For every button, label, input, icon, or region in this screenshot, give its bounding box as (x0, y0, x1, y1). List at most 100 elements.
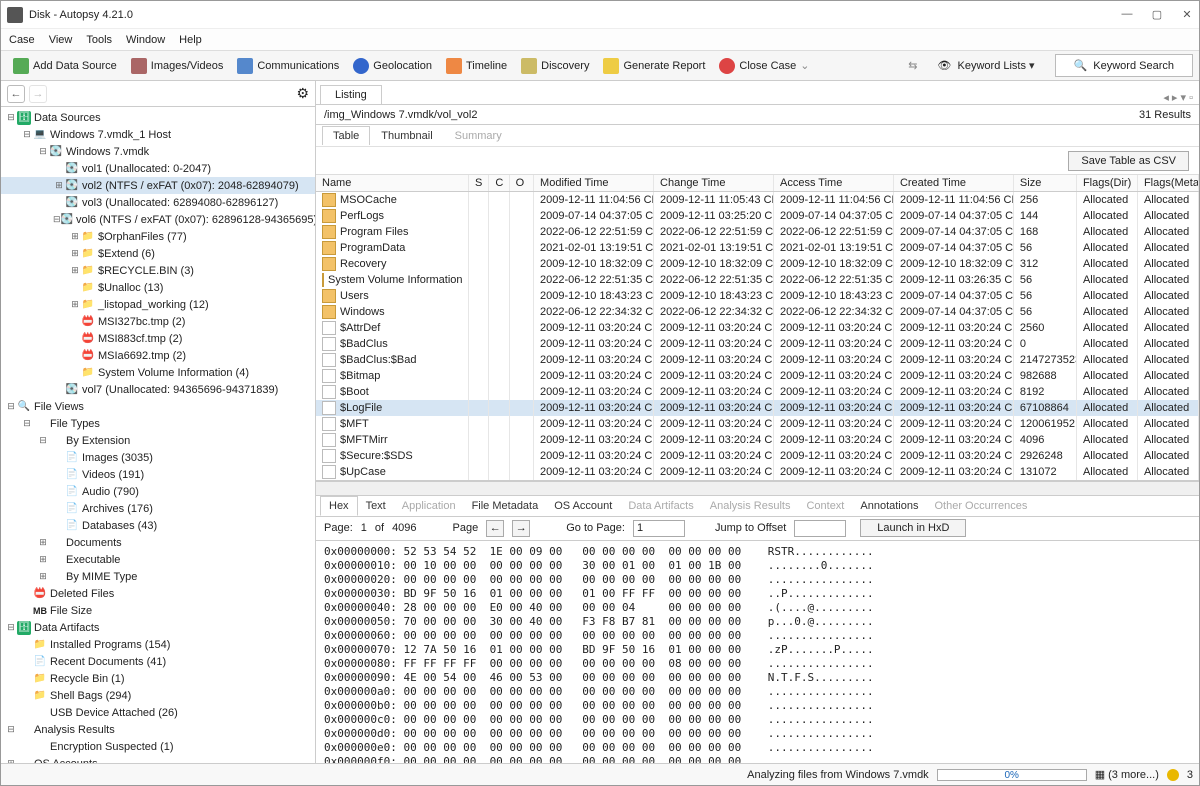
tree-node[interactable]: 📛MSI883cf.tmp (2) (1, 330, 315, 347)
save-csv-button[interactable]: Save Table as CSV (1068, 151, 1189, 171)
timeline-button[interactable]: Timeline (440, 56, 513, 76)
column-header[interactable]: Flags(Meta) (1137, 175, 1198, 191)
tree-node[interactable]: Encryption Suspected (1) (1, 738, 315, 755)
discovery-button[interactable]: Discovery (515, 56, 595, 76)
listing-tab[interactable]: Listing (320, 85, 382, 104)
tree-node[interactable]: ⊟💻Windows 7.vmdk_1 Host (1, 126, 315, 143)
communications-button[interactable]: Communications (231, 56, 345, 76)
table-row[interactable]: $Bitmap2009-12-11 03:20:24 CET2009-12-11… (316, 368, 1199, 384)
table-row[interactable]: Users2009-12-10 18:43:23 CET2009-12-10 1… (316, 288, 1199, 304)
menu-case[interactable]: Case (9, 34, 35, 46)
tree-node[interactable]: ⊟File Types (1, 415, 315, 432)
detail-tab-text[interactable]: Text (358, 497, 394, 515)
table-row[interactable]: $MFTMirr2009-12-11 03:20:24 CET2009-12-1… (316, 432, 1199, 448)
menu-help[interactable]: Help (179, 34, 202, 46)
table-row[interactable]: Program Files2022-06-12 22:51:59 CEST202… (316, 224, 1199, 240)
column-header[interactable]: Access Time (773, 175, 893, 191)
column-header[interactable]: O (509, 175, 533, 191)
maximize-button[interactable]: ▢ (1151, 8, 1163, 21)
nav-back-button[interactable]: ← (7, 85, 25, 103)
tree-node[interactable]: 📁Installed Programs (154) (1, 636, 315, 653)
tree-node[interactable]: 📛MSI327bc.tmp (2) (1, 313, 315, 330)
tree-node[interactable]: ⊞📁$Extend (6) (1, 245, 315, 262)
close-case-button[interactable]: Close Case ⌄ (713, 56, 815, 76)
tree-node[interactable]: ⊞Executable (1, 551, 315, 568)
column-header[interactable]: Size (1013, 175, 1076, 191)
hex-view[interactable]: 0x00000000: 52 53 54 52 1E 00 09 00 00 0… (316, 541, 1199, 764)
menu-view[interactable]: View (49, 34, 73, 46)
tree-node[interactable]: 📄Archives (176) (1, 500, 315, 517)
page-next-button[interactable]: → (512, 520, 530, 537)
keyword-search-button[interactable]: 🔍Keyword Search (1055, 54, 1193, 77)
table-tab[interactable]: Table (322, 126, 370, 145)
table-row[interactable]: $BadClus2009-12-11 03:20:24 CET2009-12-1… (316, 336, 1199, 352)
tree-node[interactable]: 📄Recent Documents (41) (1, 653, 315, 670)
tree-node[interactable]: 📁Recycle Bin (1) (1, 670, 315, 687)
menu-window[interactable]: Window (126, 34, 165, 46)
tree-node[interactable]: ⊞Documents (1, 534, 315, 551)
tree-node[interactable]: ⊟Analysis Results (1, 721, 315, 738)
tree-node[interactable]: ⊞By MIME Type (1, 568, 315, 585)
tree-node[interactable]: 📛Deleted Files (1, 585, 315, 602)
detail-tab-hex[interactable]: Hex (320, 496, 358, 516)
tree-node[interactable]: 📄Databases (43) (1, 517, 315, 534)
table-row[interactable]: MSOCache2009-12-11 11:04:56 CET2009-12-1… (316, 191, 1199, 208)
tree-node[interactable]: ⊟💽Windows 7.vmdk (1, 143, 315, 160)
tree-node[interactable]: 📁System Volume Information (4) (1, 364, 315, 381)
tree[interactable]: ⊟🗄Data Sources⊟💻Windows 7.vmdk_1 Host⊟💽W… (1, 107, 315, 763)
tree-node[interactable]: ⊟🔍File Views (1, 398, 315, 415)
generate-report-button[interactable]: Generate Report (597, 56, 711, 76)
column-header[interactable]: S (469, 175, 489, 191)
tree-node[interactable]: 📄Videos (191) (1, 466, 315, 483)
close-button[interactable]: ✕ (1181, 8, 1193, 21)
tab-controls[interactable]: ◂ ▸ ▾ ▫ (1163, 91, 1199, 104)
tree-node[interactable]: MBFile Size (1, 602, 315, 619)
column-header[interactable]: C (489, 175, 509, 191)
table-row[interactable]: PerfLogs2009-07-14 04:37:05 CEST2009-12-… (316, 208, 1199, 224)
table-row[interactable]: $AttrDef2009-12-11 03:20:24 CET2009-12-1… (316, 320, 1199, 336)
column-header[interactable]: Created Time (893, 175, 1013, 191)
minimize-button[interactable]: — (1121, 8, 1133, 21)
tree-node[interactable]: 📄Images (3035) (1, 449, 315, 466)
table-row[interactable]: $Boot2009-12-11 03:20:24 CET2009-12-11 0… (316, 384, 1199, 400)
column-header[interactable]: Modified Time (534, 175, 654, 191)
column-header[interactable]: Name (316, 175, 469, 191)
page-prev-button[interactable]: ← (486, 520, 504, 537)
tree-node[interactable]: ⊟🗄Data Artifacts (1, 619, 315, 636)
tree-node[interactable]: 📄Audio (790) (1, 483, 315, 500)
tree-node[interactable]: ⊞📁$OrphanFiles (77) (1, 228, 315, 245)
column-header[interactable]: Flags(Dir) (1076, 175, 1137, 191)
detail-tab-os-account[interactable]: OS Account (546, 497, 620, 515)
table-row[interactable]: Recovery2009-12-10 18:32:09 CET2009-12-1… (316, 256, 1199, 272)
menu-tools[interactable]: Tools (86, 34, 112, 46)
tree-node[interactable]: 📁Shell Bags (294) (1, 687, 315, 704)
tree-node[interactable]: ⊞💽vol2 (NTFS / exFAT (0x07): 2048-628940… (1, 177, 315, 194)
table-row[interactable]: Windows2022-06-12 22:34:32 CEST2022-06-1… (316, 304, 1199, 320)
table-row[interactable]: $UpCase2009-12-11 03:20:24 CET2009-12-11… (316, 464, 1199, 480)
keyword-lists-button[interactable]: 👁 Keyword Lists ▾ (927, 56, 1044, 75)
images-videos-button[interactable]: Images/Videos (125, 56, 230, 76)
tree-node[interactable]: ⊟By Extension (1, 432, 315, 449)
table-row[interactable]: ProgramData2021-02-01 13:19:51 CET2021-0… (316, 240, 1199, 256)
geolocation-button[interactable]: Geolocation (347, 56, 438, 76)
table-row[interactable]: $Secure:$SDS2009-12-11 03:20:24 CET2009-… (316, 448, 1199, 464)
tree-node[interactable]: 📛MSIa6692.tmp (2) (1, 347, 315, 364)
goto-page-input[interactable] (633, 520, 685, 537)
thumbnail-tab[interactable]: Thumbnail (370, 126, 443, 145)
jump-offset-input[interactable] (794, 520, 846, 537)
table-scrollbar[interactable] (316, 481, 1199, 495)
table-row[interactable]: $BadClus:$Bad2009-12-11 03:20:24 CET2009… (316, 352, 1199, 368)
tree-node[interactable]: ⊟🗄Data Sources (1, 109, 315, 126)
status-more[interactable]: ▦ (3 more...) (1095, 768, 1159, 781)
detail-tab-file-metadata[interactable]: File Metadata (464, 497, 547, 515)
gear-icon[interactable]: ⚙ (296, 85, 309, 102)
tree-node[interactable]: ⊟💽vol6 (NTFS / exFAT (0x07): 62896128-94… (1, 211, 315, 228)
column-header[interactable]: Change Time (654, 175, 774, 191)
nav-forward-button[interactable]: → (29, 85, 47, 103)
tree-node[interactable]: ⊞OS Accounts (1, 755, 315, 763)
table-row[interactable]: System Volume Information2022-06-12 22:5… (316, 272, 1199, 288)
tree-node[interactable]: 💽vol1 (Unallocated: 0-2047) (1, 160, 315, 177)
table-row[interactable]: $MFT2009-12-11 03:20:24 CET2009-12-11 03… (316, 416, 1199, 432)
launch-hxd-button[interactable]: Launch in HxD (860, 519, 966, 537)
tree-node[interactable]: 📁$Unalloc (13) (1, 279, 315, 296)
